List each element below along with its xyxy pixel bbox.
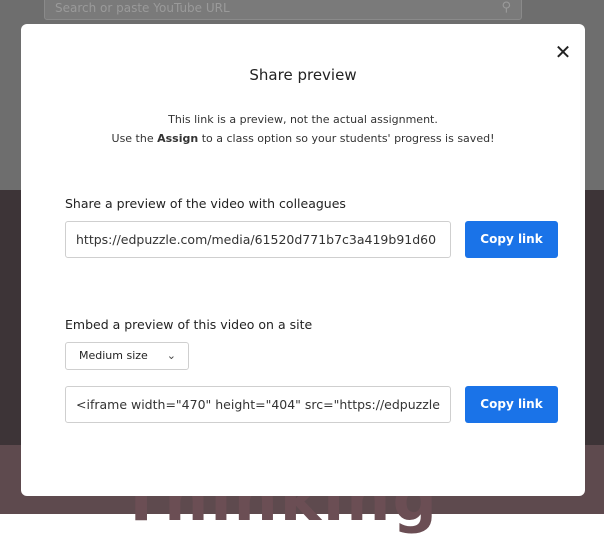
- background-search-input: Search or paste YouTube URL ⚲: [44, 0, 522, 20]
- chevron-down-icon: ⌄: [166, 349, 176, 362]
- search-icon: ⚲: [501, 0, 511, 15]
- close-icon[interactable]: ✕: [553, 42, 573, 62]
- embed-size-select[interactable]: Medium size ⌄: [65, 342, 189, 370]
- modal-description: This link is a preview, not the actual a…: [21, 110, 585, 148]
- share-preview-modal: ✕ Share preview This link is a preview, …: [21, 24, 585, 496]
- embed-section-label: Embed a preview of this video on a site: [65, 317, 313, 332]
- modal-title: Share preview: [249, 66, 357, 84]
- share-section-label: Share a preview of the video with collea…: [65, 196, 346, 211]
- share-url-field[interactable]: https://edpuzzle.com/media/61520d771b7c3…: [65, 221, 451, 258]
- embed-code-field[interactable]: <iframe width="470" height="404" src="ht…: [65, 386, 451, 423]
- embed-size-value: Medium size: [79, 349, 148, 362]
- copy-embed-code-button[interactable]: Copy link: [465, 386, 558, 423]
- assign-emphasis: Assign: [157, 132, 199, 145]
- description-line-2: Use the Assign to a class option so your…: [111, 132, 495, 145]
- copy-share-link-button[interactable]: Copy link: [465, 221, 558, 258]
- description-line-1: This link is a preview, not the actual a…: [168, 113, 438, 126]
